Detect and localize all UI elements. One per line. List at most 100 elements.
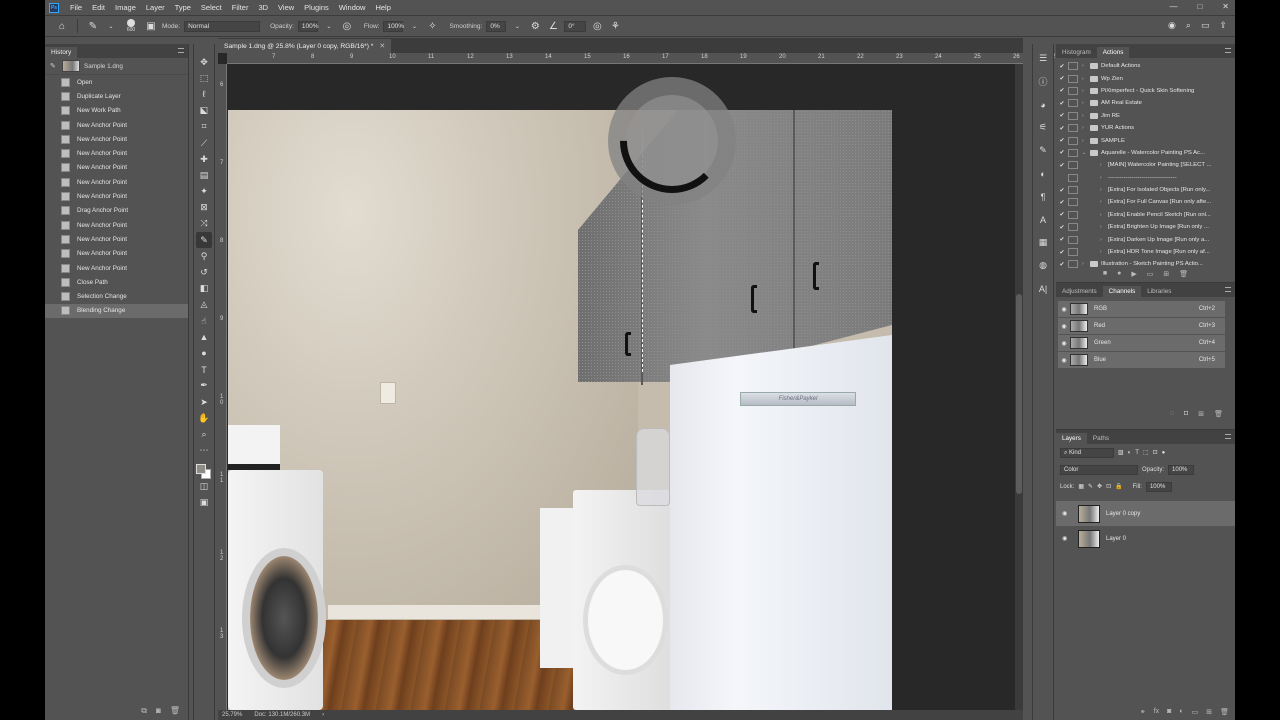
ruler-tool-icon[interactable]: ▤ xyxy=(196,167,212,183)
stop-icon[interactable]: ■ xyxy=(1103,270,1107,278)
navigator-icon[interactable]: ◍ xyxy=(1036,257,1050,274)
layer-filter-select[interactable]: ⌕ Kind xyxy=(1060,447,1114,458)
crop-tool-icon[interactable]: ⌗ xyxy=(196,119,212,135)
adjustments-sliders-icon[interactable]: ⚟ xyxy=(1036,119,1050,136)
action-item[interactable]: ✔ › [MAIN] Watercolor Painting [SELECT ... xyxy=(1056,159,1235,171)
link-layers-icon[interactable]: ⚭ xyxy=(1140,708,1146,716)
zoom-tool-icon[interactable]: ⌕ xyxy=(196,426,212,442)
action-toggle-checkbox[interactable]: ✔ xyxy=(1056,199,1068,206)
chevron-right-icon[interactable]: › xyxy=(322,712,324,718)
chevron-right-icon[interactable]: › xyxy=(1082,261,1090,267)
chevron-down-icon[interactable]: ⌄ xyxy=(322,19,336,33)
layer-row[interactable]: ◉ Layer 0 xyxy=(1056,526,1235,551)
smudge-tool-icon[interactable]: ☝ xyxy=(196,313,212,329)
color-swatches[interactable] xyxy=(195,461,213,479)
swatches-grid-icon[interactable]: ▦ xyxy=(1036,234,1050,251)
history-state[interactable]: New Anchor Point xyxy=(45,261,188,275)
action-toggle-checkbox[interactable]: ✔ xyxy=(1056,162,1068,169)
action-set[interactable]: ✔ › AM Real Estate xyxy=(1056,97,1235,109)
action-toggle-checkbox[interactable]: ✔ xyxy=(1056,63,1068,70)
menu-view[interactable]: View xyxy=(273,3,299,12)
filter-adjustment-icon[interactable]: ◐ xyxy=(1128,450,1132,456)
new-document-from-state-icon[interactable]: ⧉ xyxy=(141,706,147,716)
menu-select[interactable]: Select xyxy=(196,3,227,12)
channel-row[interactable]: ◉ Red Ctrl+3 xyxy=(1058,318,1225,335)
chevron-right-icon[interactable]: › xyxy=(1100,237,1108,243)
action-toggle-checkbox[interactable]: ✔ xyxy=(1056,100,1068,107)
panel-menu-icon[interactable] xyxy=(178,48,184,53)
object-selection-tool-icon[interactable]: ⬕ xyxy=(196,103,212,119)
chevron-right-icon[interactable]: › xyxy=(1100,212,1108,218)
history-state[interactable]: New Anchor Point xyxy=(45,175,188,189)
paint-bucket-tool-icon[interactable]: ◬ xyxy=(196,297,212,313)
action-dialog-toggle[interactable] xyxy=(1068,161,1078,170)
action-dialog-toggle[interactable] xyxy=(1068,74,1078,83)
filter-smart-object-icon[interactable]: ⊡ xyxy=(1153,449,1158,456)
brush-settings-panel-icon[interactable]: ✎ xyxy=(1036,142,1050,159)
hand-tool-icon[interactable]: ✋ xyxy=(196,410,212,426)
play-icon[interactable]: ▶ xyxy=(1131,270,1136,278)
save-selection-icon[interactable]: ◘ xyxy=(1184,410,1188,418)
action-dialog-toggle[interactable] xyxy=(1068,198,1078,207)
eraser-tool-icon[interactable]: ◧ xyxy=(196,281,212,297)
action-toggle-checkbox[interactable]: ✔ xyxy=(1056,149,1068,156)
chevron-down-icon[interactable]: ⌄ xyxy=(510,19,524,33)
new-channel-icon[interactable]: ⊞ xyxy=(1198,410,1204,418)
history-state[interactable]: New Anchor Point xyxy=(45,189,188,203)
chevron-right-icon[interactable]: › xyxy=(1082,113,1090,119)
action-toggle-checkbox[interactable]: ✔ xyxy=(1056,249,1068,256)
history-state[interactable]: Selection Change xyxy=(45,289,188,303)
zoom-level[interactable]: 25.79% xyxy=(222,712,242,718)
menu-plugins[interactable]: Plugins xyxy=(299,3,334,12)
minimize-button[interactable]: — xyxy=(1169,2,1177,11)
patch-tool-icon[interactable]: ✦ xyxy=(196,184,212,200)
color-wheel-icon[interactable]: ◕ xyxy=(1036,96,1050,113)
layer-opacity-field[interactable]: 100% xyxy=(1168,464,1195,475)
action-toggle-checkbox[interactable]: ✔ xyxy=(1056,211,1068,218)
action-toggle-checkbox[interactable]: ✔ xyxy=(1056,137,1068,144)
tab-histogram[interactable]: Histogram xyxy=(1056,47,1097,58)
action-dialog-toggle[interactable] xyxy=(1068,148,1078,157)
lasso-tool-icon[interactable]: ℓ xyxy=(196,86,212,102)
symmetry-icon[interactable]: ⚘ xyxy=(608,19,622,33)
menu-window[interactable]: Window xyxy=(334,3,371,12)
chevron-right-icon[interactable]: › xyxy=(1100,249,1108,255)
channel-row[interactable]: ◉ RGB Ctrl+2 xyxy=(1058,301,1225,318)
flow-field[interactable]: 100% xyxy=(383,20,404,32)
channel-row[interactable]: ◉ Green Ctrl+4 xyxy=(1058,335,1225,352)
action-dialog-toggle[interactable] xyxy=(1068,210,1078,219)
styles-icon[interactable]: ◐ xyxy=(1036,165,1050,182)
action-set[interactable]: ✔ › SAMPLE xyxy=(1056,134,1235,146)
new-group-icon[interactable]: ▭ xyxy=(1192,708,1199,716)
new-action-icon[interactable]: ⊞ xyxy=(1163,270,1169,278)
menu-image[interactable]: Image xyxy=(110,3,141,12)
chevron-right-icon[interactable]: › xyxy=(1100,175,1108,181)
move-tool-icon[interactable]: ✥ xyxy=(196,54,212,70)
tab-history[interactable]: History xyxy=(45,47,78,58)
eye-icon[interactable]: ◉ xyxy=(1058,340,1070,347)
action-dialog-toggle[interactable] xyxy=(1068,260,1078,269)
horizontal-ruler[interactable]: 789101112131415161718192021222324252627 xyxy=(227,53,1059,64)
tab-actions[interactable]: Actions xyxy=(1096,47,1130,58)
action-dialog-toggle[interactable] xyxy=(1068,86,1078,95)
action-toggle-checkbox[interactable]: ✔ xyxy=(1056,112,1068,119)
eye-icon[interactable]: ◉ xyxy=(1058,323,1070,330)
vertical-scrollbar[interactable] xyxy=(1015,64,1023,710)
tab-adjustments[interactable]: Adjustments xyxy=(1056,286,1103,297)
filter-shape-icon[interactable]: ⬚ xyxy=(1143,449,1149,456)
marquee-tool-icon[interactable]: ⬚ xyxy=(196,70,212,86)
vertical-ruler[interactable]: 6 7 8 9 1 0 1 1 1 2 1 3 xyxy=(218,64,227,710)
lock-position-icon[interactable]: ✥ xyxy=(1097,483,1102,490)
chevron-right-icon[interactable]: › xyxy=(1100,187,1108,193)
action-dialog-toggle[interactable] xyxy=(1068,223,1078,232)
document-canvas[interactable]: Fisher&Paykel xyxy=(228,110,892,710)
foreground-color-swatch[interactable] xyxy=(196,463,206,474)
chevron-right-icon[interactable]: › xyxy=(1100,199,1108,205)
scrollbar-thumb[interactable] xyxy=(1016,294,1022,494)
history-state[interactable]: New Anchor Point xyxy=(45,118,188,132)
eye-icon[interactable]: ◉ xyxy=(1058,306,1070,313)
content-aware-move-icon[interactable]: ⤨ xyxy=(196,216,212,232)
tab-layers[interactable]: Layers xyxy=(1056,433,1087,444)
share-upload-icon[interactable]: ⇪ xyxy=(1219,20,1227,31)
eye-icon[interactable]: ◉ xyxy=(1062,535,1074,542)
